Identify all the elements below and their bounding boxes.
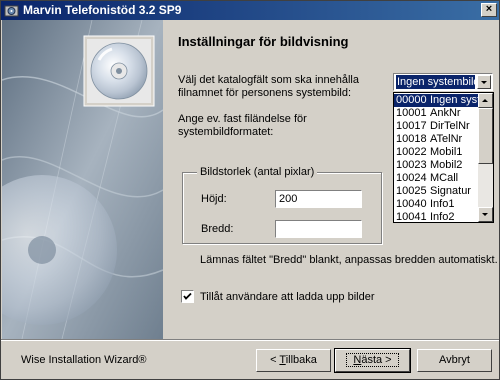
dropdown-scrollbar[interactable] <box>478 93 493 222</box>
catalog-option-code: 10025 <box>396 185 427 197</box>
catalog-option[interactable]: 10023 Mobil2 <box>394 159 479 172</box>
catalog-field-dropdown[interactable]: 00000Ingen systembild10001AnkNr10017DirT… <box>393 92 494 223</box>
catalog-option-name: Info2 <box>430 211 455 223</box>
catalog-option-name: ATelNr <box>430 133 463 145</box>
catalog-option-code: 00000 <box>396 94 427 106</box>
catalog-option[interactable]: 10017 DirTelNr <box>394 120 479 133</box>
next-button[interactable]: Nästa > <box>334 348 411 373</box>
catalog-option-code: 10001 <box>396 107 427 119</box>
catalog-option-name: AnkNr <box>430 107 461 119</box>
catalog-option-code: 10018 <box>396 133 427 145</box>
catalog-option-code: 10040 <box>396 198 427 210</box>
catalog-field-selected: Ingen systembild <box>396 75 475 89</box>
width-note: Lämnas fältet "Bredd" blankt, anpassas b… <box>200 254 498 266</box>
catalog-option-code: 10041 <box>396 211 427 223</box>
cd-artwork <box>2 20 163 339</box>
wizard-brand: Wise Installation Wizard® <box>21 354 147 366</box>
catalog-option-code: 10022 <box>396 146 427 158</box>
file-suffix-prompt: Ange ev. fast filändelse för systembildf… <box>178 113 307 138</box>
wizard-side-image <box>2 20 163 339</box>
allow-upload-label[interactable]: Tillåt användare att ladda upp bilder <box>200 291 375 304</box>
catalog-option-code: 10017 <box>396 120 427 132</box>
catalog-option-name: MCall <box>430 172 459 184</box>
close-icon[interactable]: × <box>481 3 497 17</box>
width-label: Bredd: <box>201 223 234 235</box>
cancel-button-label: Avbryt <box>439 354 470 366</box>
height-input[interactable]: 200 <box>275 190 362 208</box>
back-button-label: < Tillbaka <box>270 354 317 366</box>
window-title: Marvin Telefonistöd 3.2 SP9 <box>23 3 182 17</box>
catalog-field-select[interactable]: Ingen systembild <box>393 73 493 91</box>
footer-divider <box>1 339 499 341</box>
catalog-option-code: 10024 <box>396 172 427 184</box>
catalog-option[interactable]: 10025 Signatur <box>394 185 479 198</box>
catalog-option[interactable]: 10018 ATelNr <box>394 133 479 146</box>
app-icon <box>4 5 19 17</box>
scroll-thumb[interactable] <box>478 108 493 164</box>
catalog-option-list: 00000Ingen systembild10001AnkNr10017DirT… <box>394 94 479 224</box>
checkmark-icon <box>183 292 192 300</box>
width-input[interactable] <box>275 220 362 238</box>
catalog-option-name: Info1 <box>430 198 455 210</box>
allow-upload-checkbox[interactable] <box>181 290 194 303</box>
catalog-option-name: Mobil1 <box>430 146 463 158</box>
catalog-field-prompt: Välj det katalogfält som ska innehålla f… <box>178 74 359 99</box>
catalog-option-code: 10023 <box>396 159 427 171</box>
image-size-group-title: Bildstorlek (antal pixlar) <box>197 166 318 178</box>
catalog-option[interactable]: 10024 MCall <box>394 172 479 185</box>
next-button-label: Nästa > <box>346 353 399 367</box>
scroll-up-icon[interactable] <box>478 93 493 108</box>
catalog-option-name: Ingen systembild <box>430 94 479 106</box>
catalog-option[interactable]: 10022 Mobil1 <box>394 146 479 159</box>
page-heading: Inställningar för bildvisning <box>178 34 349 49</box>
installer-window: Marvin Telefonistöd 3.2 SP9 × Inställnin… <box>0 0 500 380</box>
catalog-option[interactable]: 00000Ingen systembild <box>394 94 479 107</box>
cancel-button[interactable]: Avbryt <box>417 349 492 372</box>
height-label: Höjd: <box>201 193 227 205</box>
catalog-option[interactable]: 10041 Info2 <box>394 211 479 224</box>
catalog-option-name: Mobil2 <box>430 159 463 171</box>
scroll-down-icon[interactable] <box>478 207 493 222</box>
back-button[interactable]: < Tillbaka <box>256 349 331 372</box>
catalog-option-name: Signatur <box>430 185 471 197</box>
catalog-option[interactable]: 10001 AnkNr <box>394 107 479 120</box>
catalog-option[interactable]: 10040 Info1 <box>394 198 479 211</box>
title-bar[interactable]: Marvin Telefonistöd 3.2 SP9 × <box>1 1 499 20</box>
catalog-option-name: DirTelNr <box>430 120 470 132</box>
chevron-down-icon[interactable] <box>477 75 491 89</box>
